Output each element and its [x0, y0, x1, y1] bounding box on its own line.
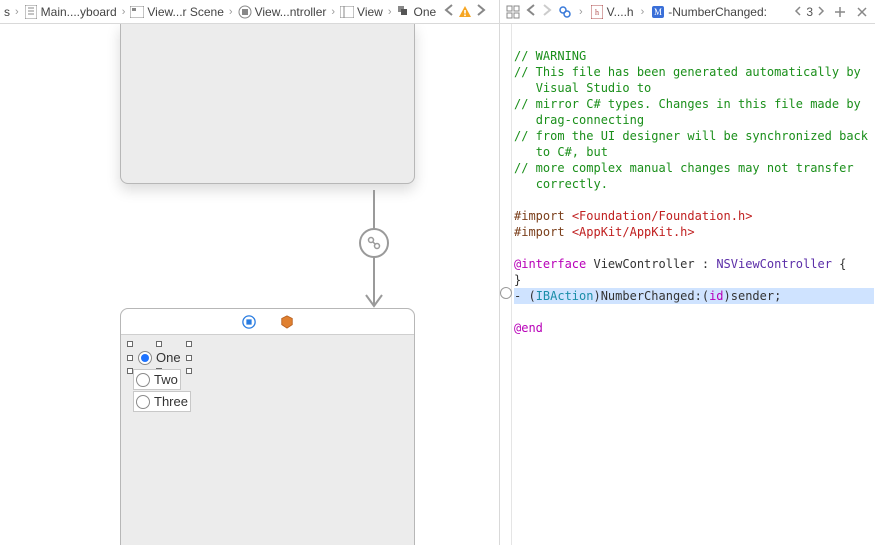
svg-text:M: M — [654, 7, 662, 17]
scene-dock — [121, 309, 414, 335]
code-keyword: id — [709, 289, 723, 303]
code-ibaction: IBAction — [536, 289, 594, 303]
nav-forward-icon[interactable] — [476, 4, 486, 19]
code-brace: { — [832, 257, 846, 271]
nav-forward-icon[interactable] — [542, 4, 552, 19]
code-comment: correctly. — [536, 177, 608, 191]
radio-label: One — [156, 350, 181, 365]
chevron-right-icon: › — [14, 6, 20, 18]
breadcrumb-item-method[interactable]: M -NumberChanged: — [651, 5, 767, 19]
segue-icon[interactable] — [359, 228, 389, 258]
code-directive: #import — [514, 209, 565, 223]
breadcrumb-item-view[interactable]: View — [340, 5, 383, 19]
breadcrumb-label: V....h — [607, 5, 634, 19]
radio-button-two[interactable]: Two — [133, 369, 181, 390]
chevron-right-icon: › — [640, 6, 646, 18]
code-comment: to C#, but — [536, 145, 608, 159]
radio-group: One Two Three — [133, 347, 191, 412]
jump-bar-left: s › Main....yboard › View...r Scene › — [0, 0, 500, 23]
code-text: )sender; — [724, 289, 782, 303]
code-keyword: @interface — [514, 257, 586, 271]
first-responder-dock-icon[interactable] — [280, 315, 294, 329]
assistant-editor: // WARNING // This file has been generat… — [500, 24, 875, 545]
close-assistant-icon[interactable] — [855, 5, 869, 19]
chevron-right-icon: › — [330, 6, 336, 18]
header-file-icon: h — [590, 5, 604, 19]
add-assistant-icon[interactable] — [833, 5, 847, 19]
connection-gutter — [500, 24, 512, 545]
svg-text:h: h — [595, 8, 599, 17]
code-text: )NumberChanged:( — [593, 289, 709, 303]
code-highlighted-line: - (IBAction)NumberChanged:(id)sender; — [514, 288, 874, 304]
code-comment: // mirror C# types. Changes in this file… — [514, 97, 861, 111]
radio-button-one[interactable]: One — [133, 347, 186, 368]
code-comment — [514, 81, 536, 95]
radio-label: Two — [154, 372, 178, 387]
breadcrumb-item-trunc[interactable]: s — [4, 5, 10, 19]
breadcrumb-item-storyboard[interactable]: Main....yboard — [24, 5, 117, 19]
code-brace: } — [514, 273, 521, 287]
code-comment: drag-connecting — [536, 113, 644, 127]
counter-next-icon[interactable] — [817, 5, 825, 19]
window-preview-bottom[interactable]: One Two Three — [120, 308, 415, 545]
viewcontroller-dock-icon[interactable] — [242, 315, 256, 329]
controller-icon — [238, 5, 252, 19]
code-sep: : — [695, 257, 717, 271]
jump-bar: s › Main....yboard › View...r Scene › — [0, 0, 875, 24]
nav-back-icon[interactable] — [526, 4, 536, 19]
code-comment — [514, 177, 536, 191]
radio-indicator-off-icon — [136, 373, 150, 387]
code-classname: ViewController — [593, 257, 694, 271]
code-import: <AppKit/AppKit.h> — [572, 225, 695, 239]
radio-indicator-on-icon — [138, 351, 152, 365]
code-comment: // from the UI designer will be synchron… — [514, 129, 868, 143]
stack-icon — [397, 5, 411, 19]
breadcrumb-label: -NumberChanged: — [668, 5, 767, 19]
code-import: <Foundation/Foundation.h> — [572, 209, 753, 223]
code-comment — [514, 145, 536, 159]
breadcrumb-item-viewcontroller[interactable]: View...ntroller — [238, 5, 327, 19]
breadcrumb-label: View — [357, 5, 383, 19]
interface-builder-canvas[interactable]: One Two Three — [0, 24, 500, 545]
connection-socket-icon[interactable] — [500, 287, 512, 299]
radio-indicator-off-icon — [136, 395, 150, 409]
breadcrumb-label: One — [414, 5, 437, 19]
scene-icon — [130, 5, 144, 19]
chevron-right-icon: › — [387, 6, 393, 18]
code-super: NSViewController — [716, 257, 832, 271]
jump-bar-right: › h V....h › M -NumberChanged: 3 — [500, 0, 875, 23]
code-directive: #import — [514, 225, 565, 239]
method-icon: M — [651, 5, 665, 19]
code-comment: // This file has been generated automati… — [514, 65, 861, 79]
source-editor[interactable]: // WARNING // This file has been generat… — [512, 24, 874, 545]
breadcrumb-item-file[interactable]: h V....h — [590, 5, 634, 19]
counter-prev-icon[interactable] — [794, 5, 802, 19]
code-comment — [514, 113, 536, 127]
code-keyword: @end — [514, 321, 543, 335]
view-icon — [340, 5, 354, 19]
code-comment: // WARNING — [514, 49, 586, 63]
code-comment: // more complex manual changes may not t… — [514, 161, 854, 175]
warning-icon[interactable] — [458, 5, 472, 19]
storyboard-file-icon — [24, 5, 38, 19]
breadcrumb-label: View...ntroller — [255, 5, 327, 19]
breadcrumb-label: Main....yboard — [41, 5, 117, 19]
breadcrumb-label: View...r Scene — [147, 5, 224, 19]
link-icon[interactable] — [558, 5, 572, 19]
radio-label: Three — [154, 394, 188, 409]
code-comment: Visual Studio to — [536, 81, 652, 95]
related-files-icon[interactable] — [506, 5, 520, 19]
counter-value: 3 — [806, 5, 813, 19]
window-preview-top[interactable] — [120, 24, 415, 184]
breadcrumb-item-one[interactable]: One — [397, 5, 437, 19]
chevron-right-icon: › — [578, 6, 584, 18]
chevron-right-icon: › — [121, 6, 127, 18]
chevron-right-icon: › — [228, 6, 234, 18]
nav-back-icon[interactable] — [444, 4, 454, 19]
radio-button-three[interactable]: Three — [133, 391, 191, 412]
breadcrumb-item-scene[interactable]: View...r Scene — [130, 5, 224, 19]
code-text: - ( — [514, 289, 536, 303]
